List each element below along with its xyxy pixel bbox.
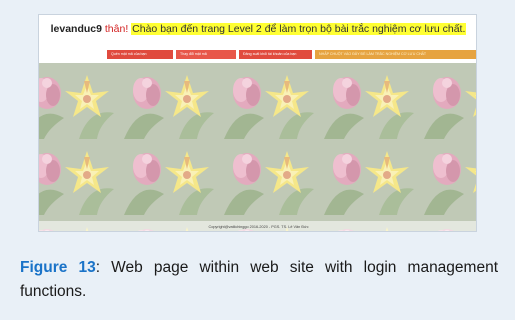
greeting-message: Chào bạn đến trang Level 2 để làm trọn b… (131, 23, 467, 35)
figure-caption: Figure 13: Web page within web site with… (20, 256, 498, 304)
caption-label: Figure 13 (20, 259, 96, 276)
change-password-button[interactable]: Thay đổi mật mã (176, 50, 236, 59)
username: levanduc9 (50, 23, 102, 35)
greeting-line: levanduc9 thân! Chào bạn đến trang Level… (39, 23, 476, 35)
logout-button[interactable]: Đăng xuất khỏi tài khoản của bạn (239, 50, 312, 59)
account-menu: Quên mật mã của bạn Thay đổi mật mã Đăng… (107, 50, 476, 59)
forgot-password-button[interactable]: Quên mật mã của bạn (107, 50, 173, 59)
figure-box: levanduc9 thân! Chào bạn đến trang Level… (0, 0, 515, 320)
webpage-screenshot: levanduc9 thân! Chào bạn đến trang Level… (38, 14, 477, 232)
footer-copyright: Copyright@vatlichinggo 2016-2020 - PGS. … (39, 221, 476, 231)
greeting-than: thân! (101, 23, 132, 35)
tulip-background: Copyright@vatlichinggo 2016-2020 - PGS. … (39, 63, 476, 231)
tulip-pattern-image (39, 63, 476, 231)
start-quiz-button[interactable]: NHẤP CHUỘT VÀO ĐÂY ĐỂ LÀM TRẮC NGHIỆM CƠ… (315, 50, 476, 59)
